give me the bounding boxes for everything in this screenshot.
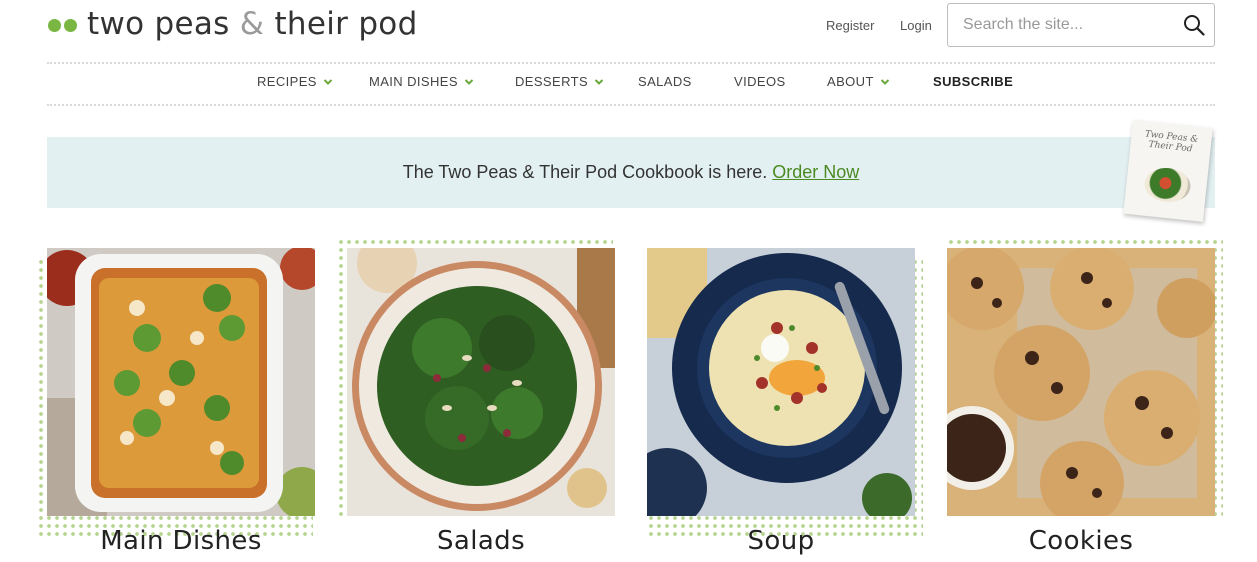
nav-label: ABOUT [827,74,874,89]
chevron-down-icon [594,79,604,85]
category-title[interactable]: Cookies [947,526,1215,556]
search-icon[interactable] [1182,13,1206,37]
nav-item-desserts[interactable]: DESSERTS [515,74,604,89]
cookbook-cover-image[interactable]: Two Peas & Their Pod [1123,120,1213,222]
logo-wordmark: two peas & their pod [87,6,418,42]
nav-divider-bottom [47,104,1215,106]
site-logo[interactable]: two peas & their pod [48,4,418,44]
search-input[interactable] [949,5,1169,45]
potato-soup-photo[interactable] [647,248,915,516]
nav-item-subscribe[interactable]: SUBSCRIBE [933,74,1013,89]
chocolate-chip-cookies-photo[interactable] [947,248,1215,516]
nav-item-about[interactable]: ABOUT [827,74,890,89]
cookbook-title: Two Peas & Their Pod [1144,129,1199,155]
logo-text-second: their pod [274,6,418,42]
register-link[interactable]: Register [826,18,874,33]
chevron-down-icon [464,79,474,85]
banner-message: The Two Peas & Their Pod Cookbook is her… [47,162,1215,183]
cookbook-banner: The Two Peas & Their Pod Cookbook is her… [47,137,1215,208]
nav-item-main-dishes[interactable]: MAIN DISHES [369,74,474,89]
nav-label: RECIPES [257,74,317,89]
kale-salad-photo[interactable] [347,248,615,516]
chevron-down-icon [323,79,333,85]
logo-ampersand: & [239,6,265,42]
nav-divider-top [47,62,1215,64]
logo-text-first: two peas [87,6,230,42]
nav-label: DESSERTS [515,74,589,89]
category-title[interactable]: Main Dishes [47,526,315,556]
order-now-link[interactable]: Order Now [772,162,859,182]
nav-item-salads[interactable]: SALADS [638,74,692,89]
pea-icon [48,18,77,32]
nav-label: VIDEOS [734,74,786,89]
salad-bowl-illustration [1142,165,1193,205]
chevron-down-icon [880,79,890,85]
enchiladas-photo[interactable] [47,248,315,516]
nav-item-recipes[interactable]: RECIPES [257,74,333,89]
category-title[interactable]: Salads [347,526,615,556]
nav-item-videos[interactable]: VIDEOS [734,74,786,89]
category-title[interactable]: Soup [647,526,915,556]
login-link[interactable]: Login [900,18,932,33]
banner-text: The Two Peas & Their Pod Cookbook is her… [402,162,768,182]
nav-label: MAIN DISHES [369,74,458,89]
nav-label: SALADS [638,74,692,89]
main-nav: RECIPES MAIN DISHES DESSERTS SALADS VIDE… [0,74,1257,96]
search-box [947,3,1215,47]
nav-label: SUBSCRIBE [933,74,1014,89]
